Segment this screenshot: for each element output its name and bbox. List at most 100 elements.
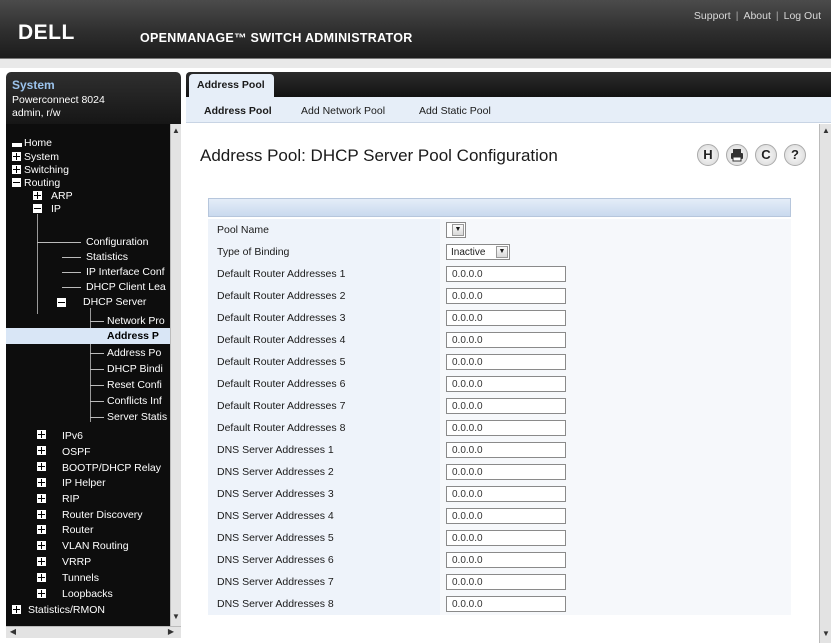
pool-name-select[interactable]: ▼	[446, 222, 466, 238]
dns-address-2-input[interactable]: 0.0.0.0	[446, 464, 566, 480]
expand-icon[interactable]	[37, 541, 46, 550]
nav-tree: Home System Switching Routing ARP IP Con…	[6, 124, 181, 638]
router-address-1-input[interactable]: 0.0.0.0	[446, 266, 566, 282]
tree-horizontal-scrollbar[interactable]: ◀ ▶	[6, 626, 181, 638]
expand-icon[interactable]	[37, 525, 46, 534]
router-address-7-input[interactable]: 0.0.0.0	[446, 398, 566, 414]
help-icon[interactable]: ?	[784, 144, 806, 166]
tree-item-bootp-dhcp-relay[interactable]: BOOTP/DHCP Relay	[62, 462, 161, 474]
expand-icon[interactable]	[37, 589, 46, 598]
expand-icon[interactable]	[12, 165, 21, 174]
binding-type-select[interactable]: Inactive ▼	[446, 244, 510, 260]
router-address-4-input[interactable]: 0.0.0.0	[446, 332, 566, 348]
tree-item-ip-helper[interactable]: IP Helper	[62, 477, 106, 489]
about-link[interactable]: About	[743, 10, 770, 22]
tree-item-loopbacks[interactable]: Loopbacks	[62, 588, 113, 600]
tree-item-conflicts-info[interactable]: Conflicts Inf	[107, 395, 162, 407]
tab-address-pool[interactable]: Address Pool	[189, 74, 274, 97]
tree-item-router[interactable]: Router	[62, 524, 94, 536]
router-address-6-input[interactable]: 0.0.0.0	[446, 376, 566, 392]
tree-item-router-discovery[interactable]: Router Discovery	[62, 509, 143, 521]
scroll-right-icon[interactable]: ▶	[166, 627, 176, 637]
tree-vertical-scrollbar[interactable]: ▲ ▼	[170, 124, 181, 626]
top-links: Support | About | Log Out	[694, 10, 821, 22]
subtab-address-pool[interactable]: Address Pool	[204, 105, 272, 117]
expand-icon[interactable]	[33, 191, 42, 200]
tree-item-dhcp-client-lease[interactable]: DHCP Client Lea	[86, 281, 166, 293]
content-vertical-scrollbar[interactable]: ▲ ▼	[819, 124, 831, 643]
tree-item-ip[interactable]: IP	[51, 203, 61, 215]
scroll-down-icon[interactable]: ▼	[821, 629, 831, 639]
tree-item-vrrp[interactable]: VRRP	[62, 556, 91, 568]
tree-item-configuration[interactable]: Configuration	[86, 236, 148, 248]
table-row: DNS Server Addresses 6 0.0.0.0	[208, 549, 791, 571]
table-row: Default Router Addresses 3 0.0.0.0	[208, 307, 791, 329]
expand-icon[interactable]	[37, 494, 46, 503]
expand-icon[interactable]	[37, 510, 46, 519]
expand-icon[interactable]	[12, 605, 21, 614]
table-row: Pool Name ▼	[208, 219, 791, 241]
print-icon[interactable]	[726, 144, 748, 166]
tree-item-arp[interactable]: ARP	[51, 190, 73, 202]
tree-item-address-pool-selected[interactable]: Address P	[6, 328, 170, 344]
expand-icon[interactable]	[12, 152, 21, 161]
router-address-6-label: Default Router Addresses 6	[208, 373, 440, 395]
scroll-up-icon[interactable]: ▲	[821, 126, 831, 136]
dns-address-4-input[interactable]: 0.0.0.0	[446, 508, 566, 524]
dns-address-8-input[interactable]: 0.0.0.0	[446, 596, 566, 612]
tree-item-tunnels[interactable]: Tunnels	[62, 572, 99, 584]
tree-item-ip-interface-conf[interactable]: IP Interface Conf	[86, 266, 165, 278]
tree-item-ospf[interactable]: OSPF	[62, 446, 91, 458]
subtab-add-static-pool[interactable]: Add Static Pool	[419, 105, 491, 117]
scroll-down-icon[interactable]: ▼	[171, 612, 181, 622]
dns-address-5-label: DNS Server Addresses 5	[208, 527, 440, 549]
expand-icon[interactable]	[37, 478, 46, 487]
expand-icon[interactable]	[37, 557, 46, 566]
tree-item-server-statistics[interactable]: Server Statis	[107, 411, 167, 423]
router-address-2-input[interactable]: 0.0.0.0	[446, 288, 566, 304]
save-icon[interactable]: H	[697, 144, 719, 166]
expand-icon[interactable]	[37, 462, 46, 471]
dns-address-1-input[interactable]: 0.0.0.0	[446, 442, 566, 458]
tree-item-dhcp-server[interactable]: DHCP Server	[83, 296, 146, 308]
expand-icon[interactable]	[37, 573, 46, 582]
collapse-icon[interactable]	[12, 178, 21, 187]
expand-icon[interactable]	[37, 430, 46, 439]
collapse-icon[interactable]	[57, 298, 66, 307]
tree-item-address-pool-summary[interactable]: Address Po	[107, 347, 161, 359]
router-address-3-input[interactable]: 0.0.0.0	[446, 310, 566, 326]
router-address-5-input[interactable]: 0.0.0.0	[446, 354, 566, 370]
dns-address-5-input[interactable]: 0.0.0.0	[446, 530, 566, 546]
tree-item-reset-config[interactable]: Reset Confi	[107, 379, 162, 391]
expand-icon[interactable]	[37, 446, 46, 455]
binding-type-value: Inactive	[451, 247, 486, 258]
subtab-add-network-pool[interactable]: Add Network Pool	[301, 105, 385, 117]
tree-item-system[interactable]: System	[24, 151, 59, 163]
page-title: Address Pool: DHCP Server Pool Configura…	[200, 146, 558, 165]
sub-navigation: Address Pool Add Network Pool Add Static…	[186, 97, 831, 123]
tree-item-vlan-routing[interactable]: VLAN Routing	[62, 540, 129, 552]
system-title[interactable]: System	[12, 78, 55, 92]
tree-item-routing[interactable]: Routing	[24, 177, 60, 189]
tree-item-ipv6[interactable]: IPv6	[62, 430, 83, 442]
router-address-8-input[interactable]: 0.0.0.0	[446, 420, 566, 436]
tree-item-dhcp-bindings[interactable]: DHCP Bindi	[107, 363, 163, 375]
tree-line	[90, 369, 104, 370]
tree-line	[90, 385, 104, 386]
app-title: OPENMANAGE™ SWITCH ADMINISTRATOR	[140, 31, 413, 45]
tree-item-rip[interactable]: RIP	[62, 493, 80, 505]
collapse-icon[interactable]	[33, 204, 42, 213]
tree-item-statistics[interactable]: Statistics	[86, 251, 128, 263]
tree-item-switching[interactable]: Switching	[24, 164, 69, 176]
dns-address-7-input[interactable]: 0.0.0.0	[446, 574, 566, 590]
scroll-up-icon[interactable]: ▲	[171, 126, 181, 136]
refresh-icon[interactable]: C	[755, 144, 777, 166]
tree-item-home[interactable]: Home	[24, 137, 52, 149]
support-link[interactable]: Support	[694, 10, 731, 22]
logout-link[interactable]: Log Out	[784, 10, 821, 22]
scroll-left-icon[interactable]: ◀	[8, 627, 18, 637]
dns-address-6-input[interactable]: 0.0.0.0	[446, 552, 566, 568]
dns-address-3-input[interactable]: 0.0.0.0	[446, 486, 566, 502]
tree-item-statistics-rmon[interactable]: Statistics/RMON	[28, 604, 105, 616]
tree-item-network-pro[interactable]: Network Pro	[107, 315, 165, 327]
